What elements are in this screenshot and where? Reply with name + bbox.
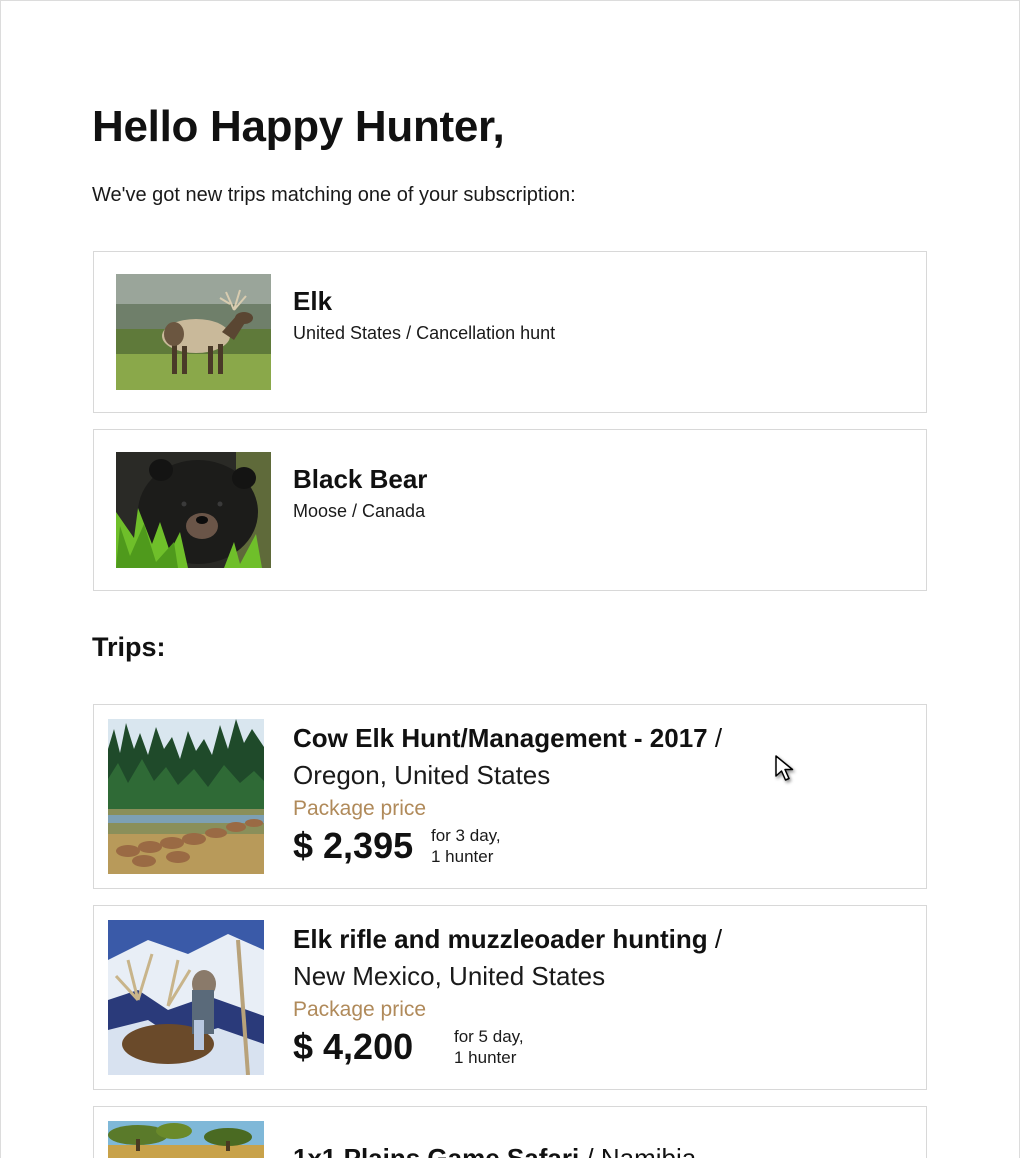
trip-duration: for 5 day, 1 hunter — [454, 1026, 524, 1068]
trip-card-cow-elk[interactable]: Cow Elk Hunt/Management - 2017 / Oregon,… — [93, 704, 927, 889]
subscription-description: United States / Cancellation hunt — [293, 323, 556, 343]
trip-duration-days: for 5 day, — [454, 1027, 524, 1046]
elk-herd-forest-photo[interactable] — [108, 719, 264, 874]
trip-title[interactable]: Elk rifle and muzzleoader hunting / — [293, 924, 722, 955]
savanna-trees-photo[interactable] — [108, 1121, 264, 1158]
trip-title-text[interactable]: 1x1 Plains Game Safari — [293, 1143, 579, 1158]
subscription-title[interactable]: Elk — [293, 286, 332, 317]
trip-card-plains-safari[interactable]: 1x1 Plains Game Safari / Namibia — [93, 1106, 927, 1158]
trip-title-separator: / — [586, 1143, 594, 1158]
black-bear-photo[interactable] — [116, 452, 271, 568]
trip-card-elk-rifle[interactable]: Elk rifle and muzzleoader hunting / New … — [93, 905, 927, 1090]
trip-title-text[interactable]: Cow Elk Hunt/Management - 2017 — [293, 723, 708, 753]
trip-price: $ 4,200 — [293, 1026, 414, 1067]
trip-duration-days: for 3 day, — [431, 826, 501, 845]
trip-location: Namibia — [600, 1143, 697, 1158]
trip-duration-hunters: 1 hunter — [454, 1048, 517, 1067]
package-price-label: Package price — [293, 797, 427, 820]
greeting-heading: Hello Happy Hunter, — [92, 102, 505, 151]
mouse-pointer-icon — [775, 755, 794, 781]
trip-title-separator: / — [714, 924, 723, 954]
trip-location: New Mexico, United States — [293, 961, 606, 991]
trip-title-separator: / — [714, 723, 723, 753]
trip-title[interactable]: Cow Elk Hunt/Management - 2017 / — [293, 723, 722, 754]
subscription-description: Moose / Canada — [293, 501, 426, 521]
trip-price: $ 2,395 — [293, 825, 414, 866]
elk-photo[interactable] — [116, 274, 271, 390]
trip-duration: for 3 day, 1 hunter — [431, 825, 501, 867]
trip-title-text[interactable]: Elk rifle and muzzleoader hunting — [293, 924, 708, 954]
hunter-with-elk-snow-photo[interactable] — [108, 920, 264, 1075]
package-price-label: Package price — [293, 998, 427, 1021]
subscription-title[interactable]: Black Bear — [293, 464, 427, 495]
trip-duration-hunters: 1 hunter — [431, 847, 494, 866]
intro-text: We've got new trips matching one of your… — [92, 184, 576, 206]
trips-heading: Trips: — [92, 632, 166, 662]
subscription-card-black-bear[interactable]: Black Bear Moose / Canada — [93, 429, 927, 591]
trip-location: Oregon, United States — [293, 760, 551, 790]
trip-title[interactable]: 1x1 Plains Game Safari / Namibia — [293, 1143, 696, 1158]
subscription-card-elk[interactable]: Elk United States / Cancellation hunt — [93, 251, 927, 413]
